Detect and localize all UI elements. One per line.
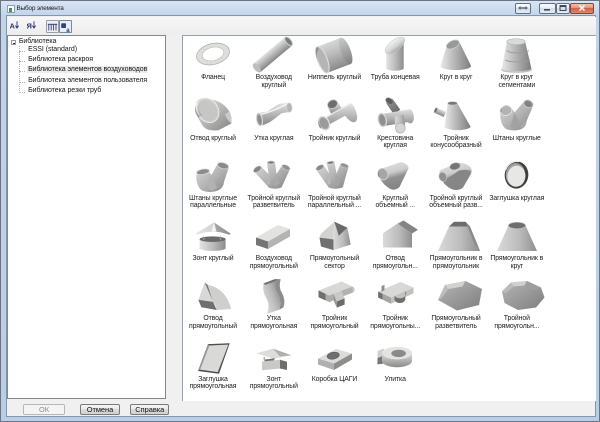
svg-text:А: А	[10, 22, 16, 31]
svg-text:Я: Я	[27, 22, 32, 31]
svg-text:a: a	[66, 28, 70, 33]
